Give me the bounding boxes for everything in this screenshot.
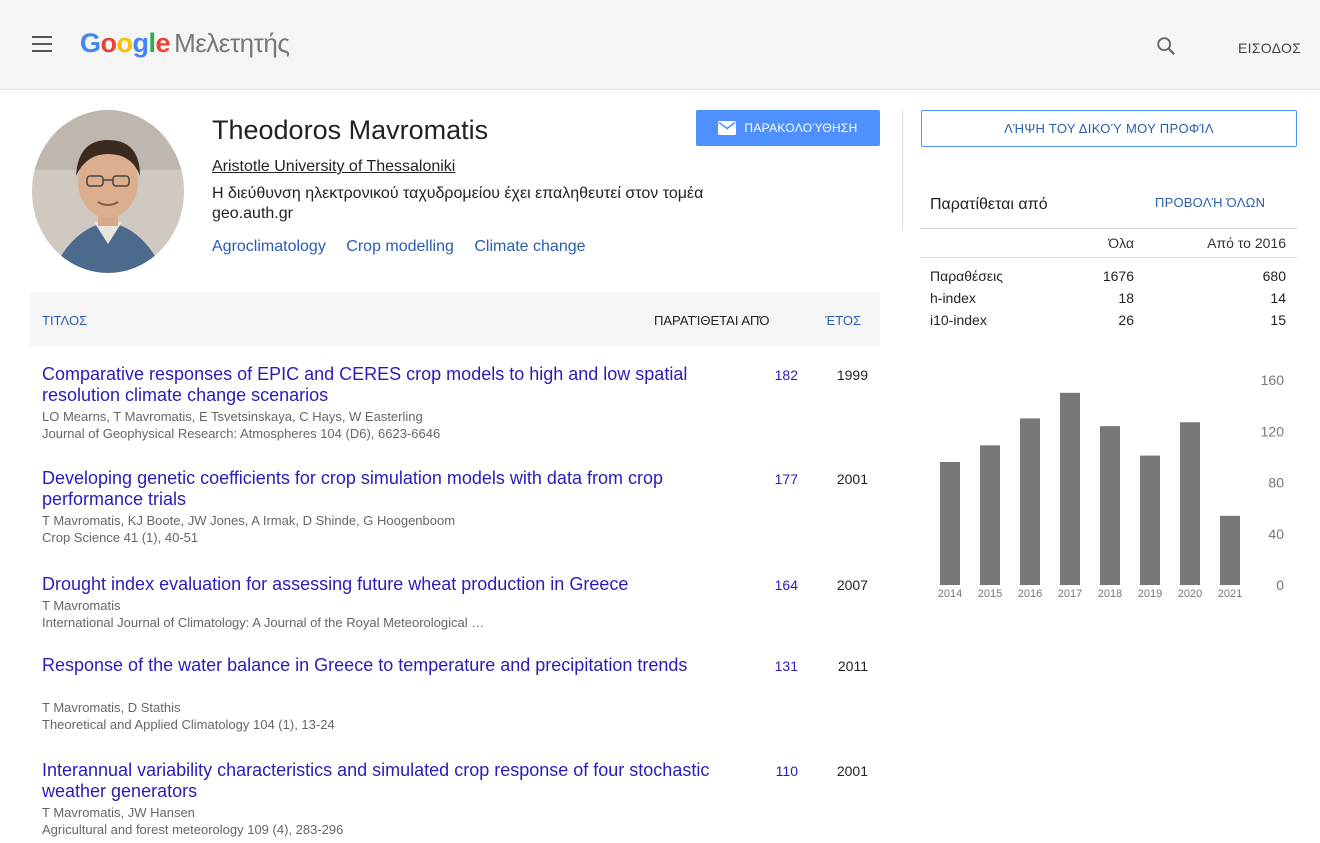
x-tick-label: 2021 bbox=[1218, 588, 1242, 600]
bar-2018[interactable] bbox=[1100, 426, 1120, 585]
top-bar: Google Μελετητής ΕΙΣΟΔΟΣ bbox=[0, 0, 1320, 90]
google-logo-text: Google bbox=[80, 28, 171, 58]
y-tick-label: 40 bbox=[1268, 526, 1284, 542]
stats-value-all: 26 bbox=[1118, 312, 1134, 328]
publication-title[interactable]: Developing genetic coefficients for crop… bbox=[42, 468, 722, 510]
publication-authors: LO Mearns, T Mavromatis, E Tsvetsinskaya… bbox=[42, 409, 423, 424]
x-tick-label: 2016 bbox=[1018, 588, 1042, 600]
publication-title[interactable]: Response of the water balance in Greece … bbox=[42, 655, 722, 676]
y-tick-label: 0 bbox=[1276, 577, 1284, 593]
verified-email-text: Η διεύθυνση ηλεκτρονικού ταχυδρομείου έχ… bbox=[212, 185, 704, 202]
stats-value-all: 18 bbox=[1118, 290, 1134, 306]
bar-2014[interactable] bbox=[940, 462, 960, 585]
stats-label: i10-index bbox=[930, 312, 987, 328]
mail-icon bbox=[718, 121, 737, 135]
stats-row: Παραθέσεις 1676 680 bbox=[920, 268, 1297, 285]
sort-by-year[interactable]: ΈΤΟΣ bbox=[825, 313, 861, 328]
y-tick-label: 80 bbox=[1268, 475, 1284, 491]
get-my-profile-button[interactable]: ΛΉΨΗ ΤΟΥ ΔΙΚΟΎ ΜΟΥ ΠΡΟΦΊΛ bbox=[921, 110, 1297, 147]
google-scholar-logo[interactable]: Google Μελετητής bbox=[80, 28, 290, 59]
sort-by-cited[interactable]: ΠΑΡΑΤΊΘΕΤΑΙ ΑΠΌ bbox=[654, 313, 769, 328]
x-tick-label: 2019 bbox=[1138, 588, 1162, 600]
search-icon[interactable] bbox=[1155, 35, 1177, 57]
citation-count[interactable]: 131 bbox=[754, 658, 798, 674]
bar-2017[interactable] bbox=[1060, 392, 1080, 585]
avatar bbox=[32, 110, 184, 273]
logo-letter: l bbox=[148, 28, 157, 58]
stats-row: h-index 18 14 bbox=[920, 290, 1297, 307]
publication-venue: International Journal of Climatology: A … bbox=[42, 615, 485, 630]
profile-name: Theodoros Mavromatis bbox=[212, 115, 489, 145]
publication-venue: Agricultural and forest meteorology 109 … bbox=[42, 822, 344, 837]
bar-2019[interactable] bbox=[1140, 455, 1160, 585]
publication-title[interactable]: Drought index evaluation for assessing f… bbox=[42, 574, 722, 595]
publication-title[interactable]: Interannual variability characteristics … bbox=[42, 760, 722, 802]
sort-by-title[interactable]: ΤΙΤΛΟΣ bbox=[42, 313, 87, 328]
follow-button-label: ΠΑΡΑΚΟΛΟΎΘΗΣΗ bbox=[744, 121, 858, 135]
logo-letter: e bbox=[155, 28, 171, 58]
y-tick-label: 120 bbox=[1261, 423, 1285, 439]
publication-year: 2011 bbox=[837, 658, 868, 674]
affiliation-link[interactable]: Aristotle University of Thessaloniki bbox=[212, 158, 455, 176]
citations-per-year-chart: 0 40 80 120 160 2014 2015 2016 2017 2018 2019 2020 2… bbox=[938, 372, 1285, 600]
publication-venue: Journal of Geophysical Research: Atmosph… bbox=[42, 426, 441, 441]
publications-table-header: ΤΙΤΛΟΣ ΠΑΡΑΤΊΘΕΤΑΙ ΑΠΌ ΈΤΟΣ bbox=[30, 293, 880, 346]
x-tick-label: 2020 bbox=[1178, 588, 1202, 600]
cited-by-heading: Παρατίθεται από bbox=[930, 196, 1048, 213]
stats-value-since: 15 bbox=[1270, 312, 1286, 328]
stats-value-since: 680 bbox=[1262, 268, 1286, 284]
view-all-link[interactable]: ΠΡΟΒΟΛΉ ΌΛΩΝ bbox=[1155, 195, 1265, 210]
stats-value-all: 1676 bbox=[1102, 268, 1134, 284]
publication-year: 2001 bbox=[836, 471, 868, 487]
publication-authors: T Mavromatis, KJ Boote, JW Jones, A Irma… bbox=[42, 513, 456, 528]
stats-row: i10-index 26 15 bbox=[920, 312, 1297, 329]
column-divider bbox=[902, 110, 903, 230]
logo-letter: g bbox=[132, 28, 150, 58]
stats-value-since: 14 bbox=[1270, 290, 1286, 306]
tag-climate-change[interactable]: Climate change bbox=[474, 238, 585, 255]
logo-letter: o bbox=[116, 28, 134, 58]
x-tick-label: 2014 bbox=[938, 588, 962, 600]
logo-letter: o bbox=[100, 28, 118, 58]
stats-label: h-index bbox=[930, 290, 976, 306]
research-tags: Agroclimatology Crop modelling Climate c… bbox=[212, 238, 602, 256]
logo-letter: G bbox=[80, 28, 101, 58]
publication-authors: T Mavromatis, JW Hansen bbox=[42, 805, 195, 820]
verified-email: Η διεύθυνση ηλεκτρονικού ταχυδρομείου έχ… bbox=[212, 184, 832, 224]
stats-col-since: Από το 2016 bbox=[1207, 235, 1286, 251]
publication-authors: T Mavromatis bbox=[42, 598, 121, 613]
bar-2021[interactable] bbox=[1220, 515, 1240, 585]
stats-label: Παραθέσεις bbox=[930, 268, 1004, 284]
x-tick-label: 2015 bbox=[978, 588, 1002, 600]
publication-year: 2001 bbox=[836, 763, 868, 779]
x-tick-label: 2018 bbox=[1098, 588, 1122, 600]
citation-count[interactable]: 182 bbox=[754, 367, 798, 383]
follow-button[interactable]: ΠΑΡΑΚΟΛΟΎΘΗΣΗ bbox=[696, 110, 880, 146]
publication-venue: Crop Science 41 (1), 40-51 bbox=[42, 530, 199, 545]
bar-2015[interactable] bbox=[980, 445, 1000, 585]
publication-title[interactable]: Comparative responses of EPIC and CERES … bbox=[42, 364, 722, 406]
x-tick-label: 2017 bbox=[1058, 588, 1082, 600]
citation-count[interactable]: 110 bbox=[754, 763, 798, 779]
product-name: Μελετητής bbox=[174, 28, 290, 58]
bar-2020[interactable] bbox=[1180, 422, 1200, 585]
citation-count[interactable]: 177 bbox=[754, 471, 798, 487]
publication-venue: Theoretical and Applied Climatology 104 … bbox=[42, 717, 335, 732]
citation-count[interactable]: 164 bbox=[754, 577, 798, 593]
signin-link[interactable]: ΕΙΣΟΔΟΣ bbox=[1238, 40, 1301, 56]
bar-2016[interactable] bbox=[1020, 418, 1040, 585]
publication-year: 1999 bbox=[836, 367, 868, 383]
tag-agroclimatology[interactable]: Agroclimatology bbox=[212, 238, 326, 255]
menu-icon[interactable] bbox=[32, 36, 52, 52]
tag-crop-modelling[interactable]: Crop modelling bbox=[346, 238, 454, 255]
y-tick-label: 160 bbox=[1261, 372, 1285, 388]
stats-header: Όλα Από το 2016 bbox=[920, 228, 1297, 258]
stats-col-all: Όλα bbox=[1108, 235, 1134, 251]
verified-email-domain: geo.auth.gr bbox=[212, 205, 293, 222]
publication-year: 2007 bbox=[836, 577, 868, 593]
publication-authors: T Mavromatis, D Stathis bbox=[42, 700, 181, 715]
